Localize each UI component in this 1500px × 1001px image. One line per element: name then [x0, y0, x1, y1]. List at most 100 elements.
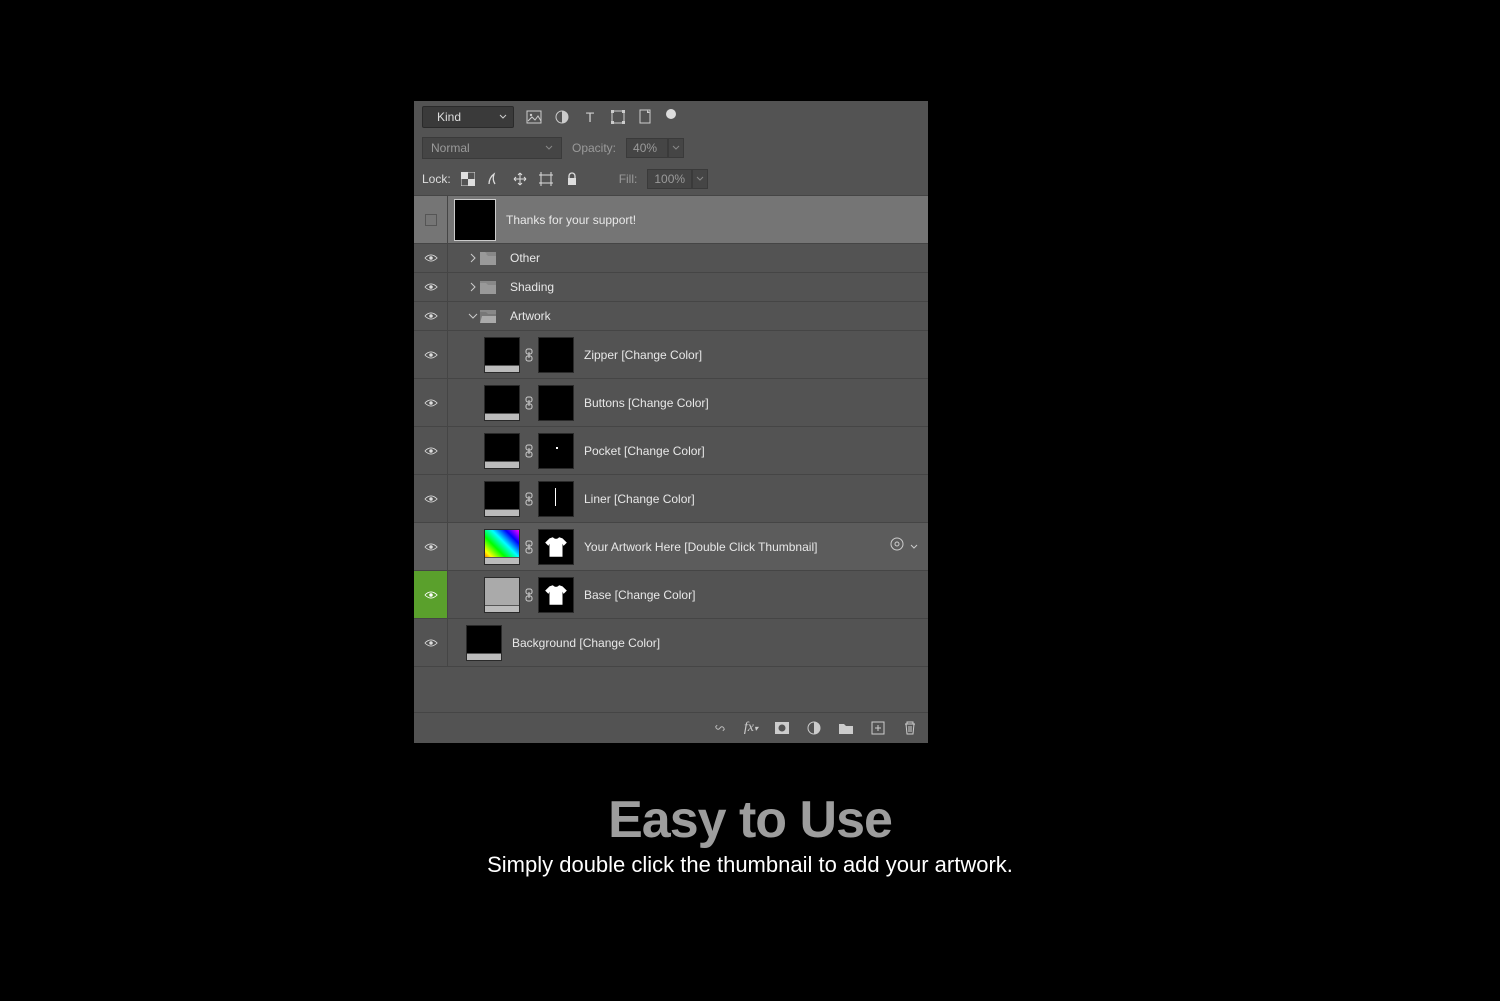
eye-icon: [424, 542, 438, 552]
layer-thumbnail[interactable]: [484, 529, 520, 565]
new-adjustment-icon[interactable]: [806, 720, 822, 736]
fill-dropdown-toggle[interactable]: [692, 169, 708, 189]
opacity-input[interactable]: 40%: [626, 138, 668, 158]
caption-subtitle: Simply double click the thumbnail to add…: [0, 852, 1500, 878]
layer-name[interactable]: Zipper [Change Color]: [584, 348, 702, 362]
layer-mask-thumbnail[interactable]: [538, 577, 574, 613]
link-icon[interactable]: [524, 540, 534, 554]
link-icon[interactable]: [524, 348, 534, 362]
layer-thumbnail[interactable]: [484, 577, 520, 613]
layer-mask-thumbnail[interactable]: [538, 529, 574, 565]
layer-row[interactable]: Base [Change Color]: [414, 571, 928, 619]
layers-list: Thanks for your support! Other Shading: [414, 195, 928, 713]
chevron-down-icon: [499, 113, 507, 121]
link-layers-icon[interactable]: [712, 720, 728, 736]
new-group-icon[interactable]: [838, 720, 854, 736]
visibility-toggle[interactable]: [414, 475, 448, 522]
lock-position-icon[interactable]: [513, 172, 527, 186]
layer-row[interactable]: Artwork: [414, 302, 928, 331]
layers-bottom-toolbar: fx▾: [414, 713, 928, 743]
layer-name[interactable]: Your Artwork Here [Double Click Thumbnai…: [584, 540, 817, 554]
layer-row[interactable]: Background [Change Color]: [414, 619, 928, 667]
lock-image-icon[interactable]: [487, 172, 501, 186]
layer-thumbnail[interactable]: [484, 337, 520, 373]
layer-row[interactable]: Other: [414, 244, 928, 273]
layer-thumbnail[interactable]: [484, 385, 520, 421]
filter-type-icon[interactable]: T: [582, 109, 598, 125]
disclosure-toggle[interactable]: [466, 312, 480, 320]
layer-row[interactable]: Liner [Change Color]: [414, 475, 928, 523]
visibility-toggle[interactable]: [414, 244, 448, 272]
layer-name[interactable]: Shading: [510, 280, 554, 294]
filter-artboard-icon[interactable]: [666, 109, 676, 119]
lock-all-icon[interactable]: [565, 172, 579, 186]
disclosure-toggle[interactable]: [466, 253, 480, 263]
layer-mask-thumbnail[interactable]: [538, 337, 574, 373]
new-layer-icon[interactable]: [870, 720, 886, 736]
layer-row[interactable]: Zipper [Change Color]: [414, 331, 928, 379]
folder-icon: [480, 281, 496, 294]
eye-icon: [424, 398, 438, 408]
filter-pixel-icon[interactable]: [526, 109, 542, 125]
link-icon[interactable]: [524, 444, 534, 458]
blend-mode-dropdown[interactable]: Normal: [422, 137, 562, 159]
layer-row[interactable]: Shading: [414, 273, 928, 302]
svg-text:T: T: [586, 109, 595, 125]
layer-name[interactable]: Other: [510, 251, 540, 265]
add-mask-icon[interactable]: [774, 720, 790, 736]
visibility-toggle[interactable]: [414, 523, 448, 570]
eye-icon: [424, 311, 438, 321]
layer-row[interactable]: Thanks for your support!: [414, 196, 928, 244]
disclosure-toggle[interactable]: [466, 282, 480, 292]
layer-filter-bar: Kind T: [414, 101, 928, 133]
layer-mask-thumbnail[interactable]: [538, 385, 574, 421]
visibility-toggle[interactable]: [414, 427, 448, 474]
layer-thumbnail[interactable]: [466, 625, 502, 661]
smart-filter-icon[interactable]: [890, 537, 904, 556]
visibility-toggle[interactable]: [414, 619, 448, 666]
filter-kind-dropdown[interactable]: Kind: [422, 106, 514, 128]
opacity-label: Opacity:: [572, 141, 616, 155]
visibility-toggle[interactable]: [414, 571, 448, 618]
layer-row[interactable]: Your Artwork Here [Double Click Thumbnai…: [414, 523, 928, 571]
lock-transparency-icon[interactable]: [461, 172, 475, 186]
folder-icon: [480, 252, 496, 265]
chevron-down-icon[interactable]: [910, 543, 918, 551]
layers-panel: Kind T Normal Opacity: 40% Lock:: [414, 101, 928, 743]
blend-opacity-bar: Normal Opacity: 40%: [414, 133, 928, 163]
link-icon[interactable]: [524, 396, 534, 410]
visibility-toggle[interactable]: [414, 331, 448, 378]
layer-name[interactable]: Pocket [Change Color]: [584, 444, 705, 458]
filter-shape-icon[interactable]: [610, 109, 626, 125]
layer-thumbnail[interactable]: [484, 433, 520, 469]
layer-name[interactable]: Buttons [Change Color]: [584, 396, 709, 410]
visibility-toggle[interactable]: [414, 196, 448, 243]
layer-thumbnail[interactable]: [454, 199, 496, 241]
lock-artboard-icon[interactable]: [539, 172, 553, 186]
delete-layer-icon[interactable]: [902, 720, 918, 736]
layer-mask-thumbnail[interactable]: [538, 433, 574, 469]
fill-input[interactable]: 100%: [647, 169, 692, 189]
opacity-dropdown-toggle[interactable]: [668, 138, 684, 158]
layer-row[interactable]: Pocket [Change Color]: [414, 427, 928, 475]
layer-name[interactable]: Liner [Change Color]: [584, 492, 695, 506]
filter-adjustment-icon[interactable]: [554, 109, 570, 125]
layer-name[interactable]: Thanks for your support!: [506, 213, 636, 227]
blend-mode-value: Normal: [431, 141, 470, 155]
layer-name[interactable]: Artwork: [510, 309, 551, 323]
link-icon[interactable]: [524, 588, 534, 602]
layer-mask-thumbnail[interactable]: [538, 481, 574, 517]
visibility-toggle[interactable]: [414, 302, 448, 330]
layer-name[interactable]: Base [Change Color]: [584, 588, 695, 602]
link-icon[interactable]: [524, 492, 534, 506]
layer-name[interactable]: Background [Change Color]: [512, 636, 660, 650]
layer-row[interactable]: Buttons [Change Color]: [414, 379, 928, 427]
eye-icon: [424, 282, 438, 292]
visibility-toggle[interactable]: [414, 379, 448, 426]
layers-empty-area[interactable]: [414, 667, 928, 712]
layer-thumbnail[interactable]: [484, 481, 520, 517]
filter-smartobject-icon[interactable]: [638, 109, 654, 125]
layer-effects-icon[interactable]: fx▾: [744, 720, 758, 736]
visibility-toggle[interactable]: [414, 273, 448, 301]
filter-kind-label: Kind: [437, 110, 461, 124]
